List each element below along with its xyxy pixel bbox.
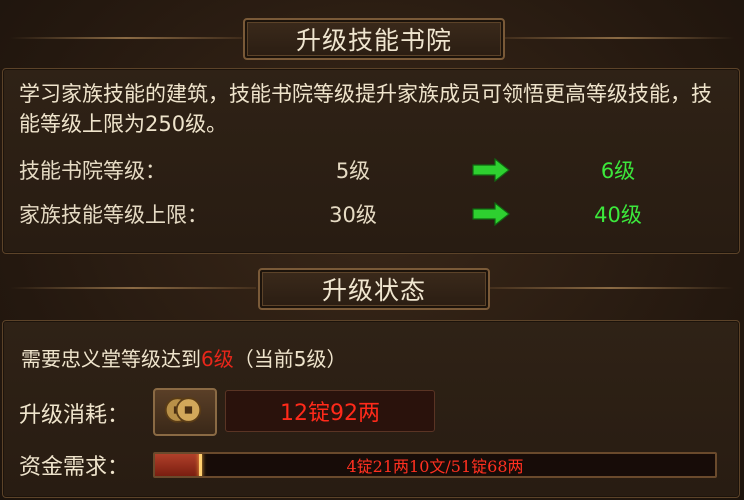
cost-value: 12锭92两 <box>280 401 380 426</box>
requirement-suffix: （当前5级） <box>233 347 347 371</box>
building-info-panel: 学习家族技能的建筑，技能书院等级提升家族成员可领悟更高等级技能，技能等级上限为2… <box>2 68 740 254</box>
title-divider-left <box>10 37 242 39</box>
requirement-text: 需要忠义堂等级达到6级（当前5级） <box>21 343 346 372</box>
section2-title: 升级状态 <box>258 268 490 310</box>
green-arrow-icon <box>472 202 510 226</box>
coin-icon-box <box>153 388 217 436</box>
green-arrow-icon <box>472 158 510 182</box>
building-description: 学习家族技能的建筑，技能书院等级提升家族成员可领悟更高等级技能，技能等级上限为2… <box>19 82 712 136</box>
skill-cap-label: 家族技能等级上限： <box>19 203 208 227</box>
fund-progress-text: 4锭21两10文/51锭68两 <box>346 457 524 476</box>
skill-cap-next: 40级 <box>594 203 642 227</box>
academy-level-row: 技能书院等级： 5级 6级 <box>3 155 739 185</box>
cost-label: 升级消耗： <box>19 403 130 428</box>
fund-progress-bar: 4锭21两10文/51锭68两 <box>153 452 717 478</box>
requirement-level: 6级 <box>201 347 234 371</box>
title-divider-right <box>502 37 734 39</box>
skill-cap-row: 家族技能等级上限： 30级 40级 <box>3 199 739 229</box>
title-divider-left <box>10 287 256 289</box>
title-divider-right <box>488 287 734 289</box>
copper-coins-icon <box>164 397 202 423</box>
section1-title: 升级技能书院 <box>243 18 505 60</box>
academy-level-label: 技能书院等级： <box>19 159 166 183</box>
academy-level-current: 5级 <box>335 159 371 183</box>
section1-title-bar: 升级技能书院 <box>0 16 744 60</box>
requirement-prefix: 需要忠义堂等级达到 <box>21 347 201 371</box>
academy-level-next: 6级 <box>600 159 636 183</box>
skill-cap-current: 30级 <box>329 203 377 227</box>
cost-value-box: 12锭92两 <box>225 390 435 432</box>
upgrade-status-panel: 需要忠义堂等级达到6级（当前5级） 升级消耗： 12锭92两 资金需求： 4锭2… <box>2 320 740 498</box>
fund-label: 资金需求： <box>19 455 130 480</box>
section2-title-bar: 升级状态 <box>0 266 744 310</box>
